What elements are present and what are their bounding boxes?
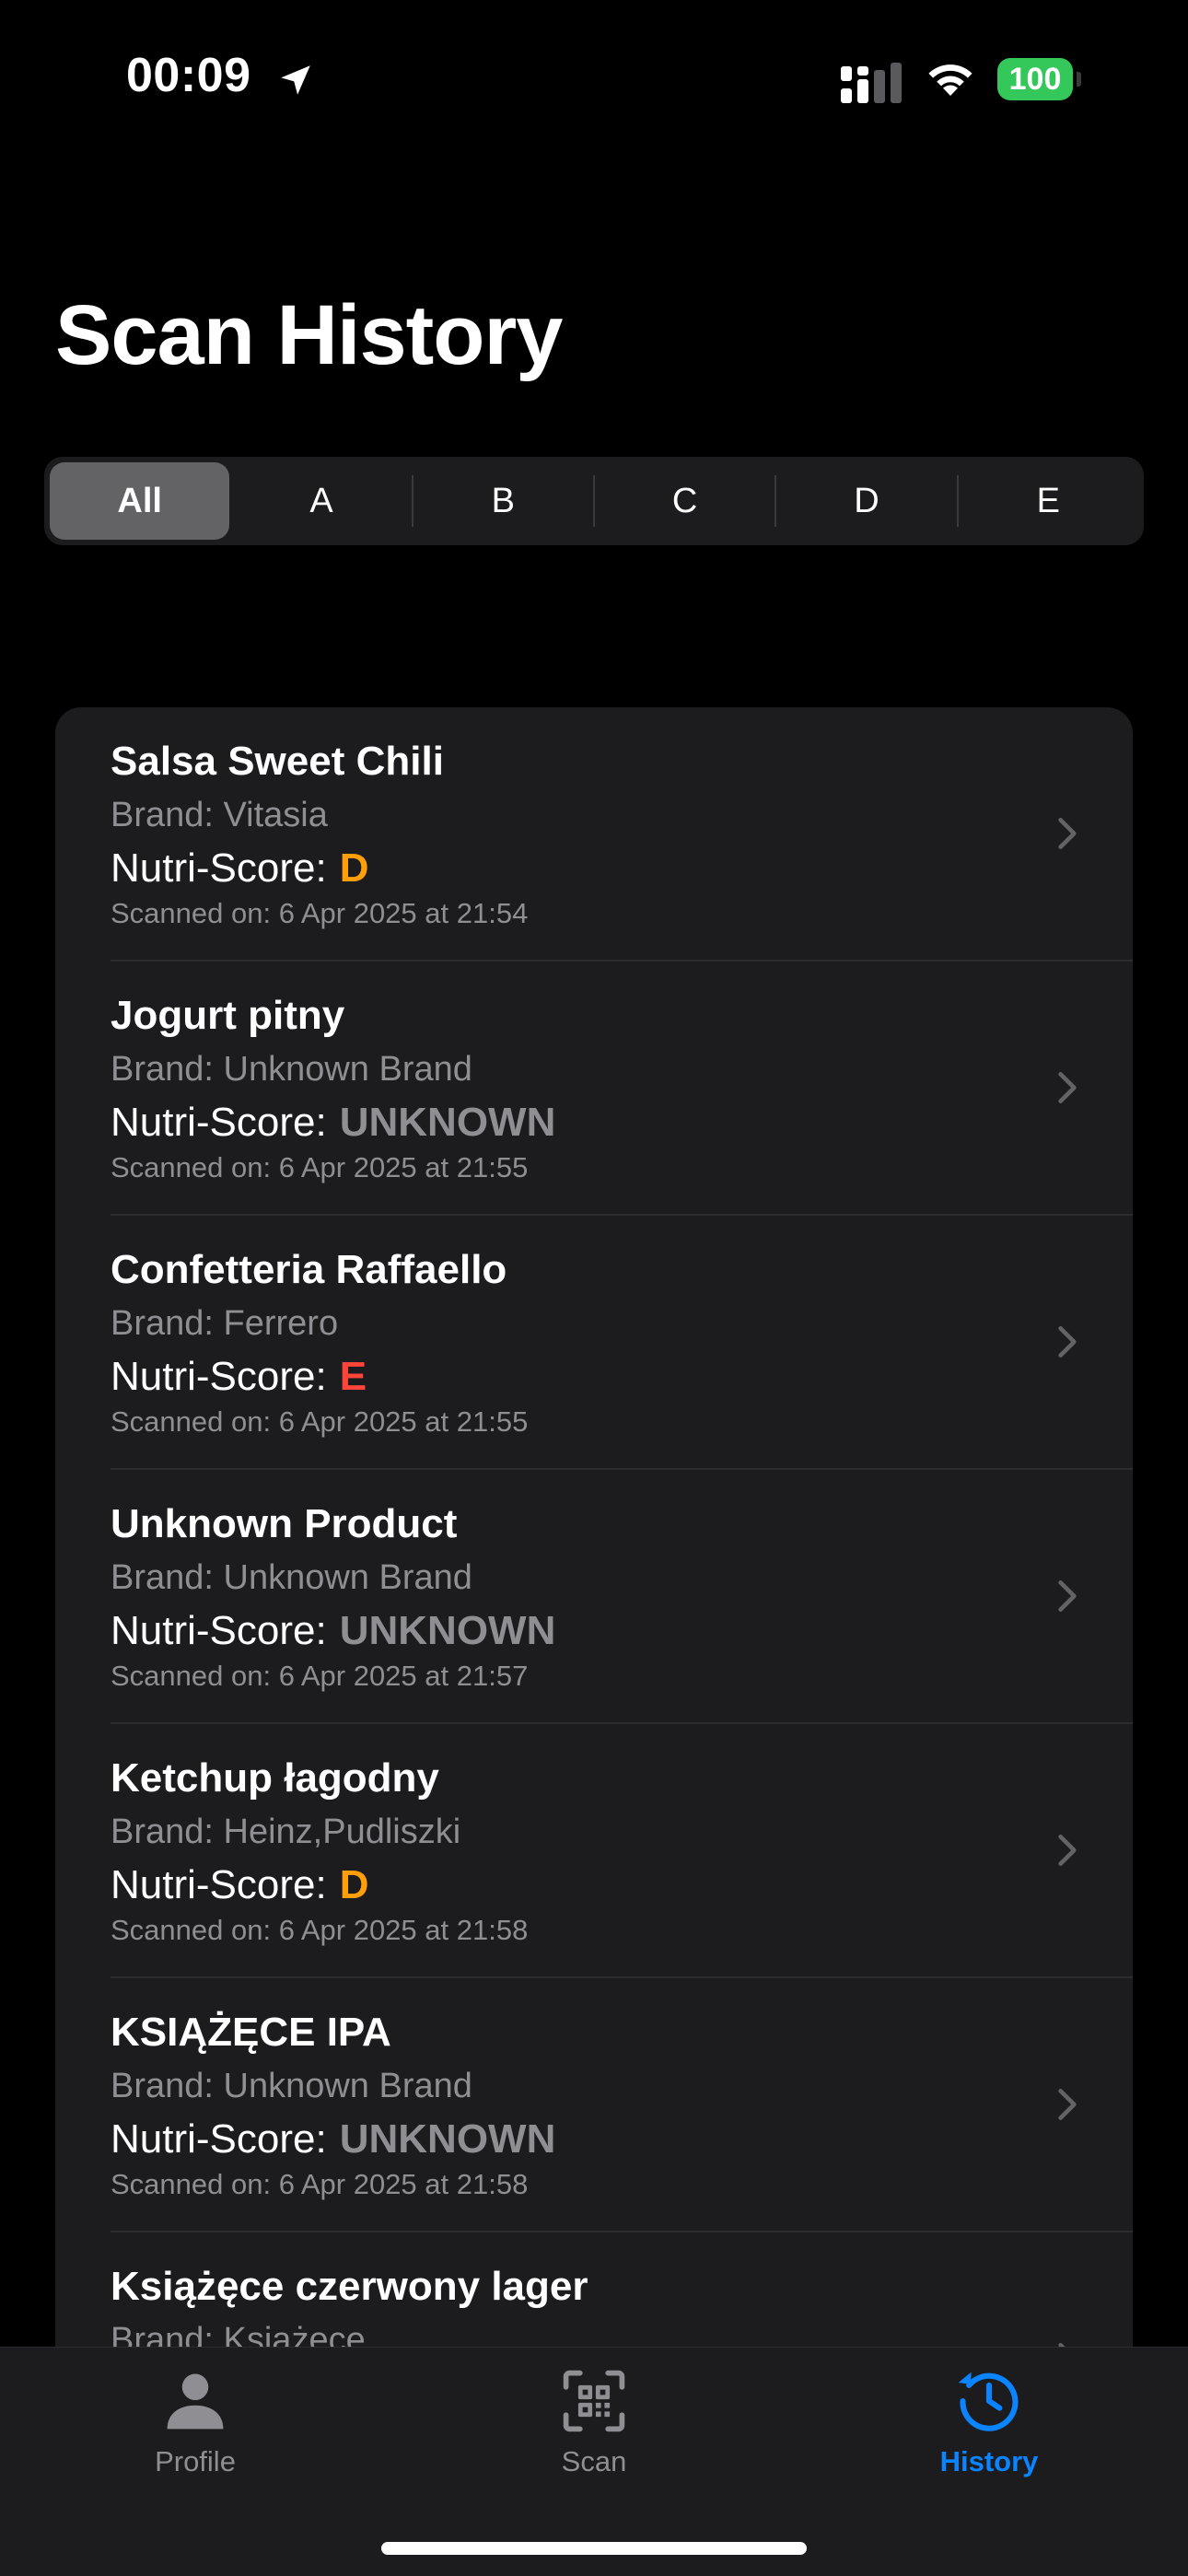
nutri-score: Nutri-Score: UNKNOWN: [111, 2116, 555, 2162]
product-brand: Brand: Unknown Brand: [111, 1050, 472, 1089]
product-name: Książęce czerwony lager: [111, 2264, 588, 2309]
chevron-right-icon: [1058, 1835, 1077, 1866]
history-row[interactable]: Unknown Product Brand: Unknown Brand Nutri…: [55, 1470, 1133, 1724]
status-bar: 00:09 100: [0, 0, 1188, 157]
scanned-date: Scanned on: 6 Apr 2025 at 21:57: [111, 1660, 529, 1692]
chevron-right-icon: [1058, 1072, 1077, 1103]
product-brand: Brand: Ferrero: [111, 1304, 339, 1343]
history-row[interactable]: Książęce czerwony lager Brand: Książęce: [55, 2232, 1133, 2347]
history-row[interactable]: KSIĄŻĘCE IPA Brand: Unknown Brand Nutri-Sc…: [55, 1978, 1133, 2232]
wifi-icon: [928, 64, 973, 96]
nutri-score-label: Nutri-Score:: [111, 1608, 327, 1653]
nutri-score: Nutri-Score: UNKNOWN: [111, 1100, 555, 1146]
chevron-right-icon: [1058, 818, 1077, 849]
scanned-date: Scanned on: 6 Apr 2025 at 21:55: [111, 1405, 529, 1438]
product-brand: Brand: Unknown Brand: [111, 1558, 472, 1597]
nutri-score-label: Nutri-Score:: [111, 1354, 327, 1399]
nutri-score-label: Nutri-Score:: [111, 2116, 327, 2162]
nutri-score: Nutri-Score: E: [111, 1354, 367, 1400]
chevron-right-icon: [1058, 1326, 1077, 1358]
product-brand: Brand: Heinz,Pudliszki: [111, 1813, 461, 1851]
history-row[interactable]: Confetteria Raffaello Brand: Ferrero Nutri…: [55, 1216, 1133, 1470]
nutri-score-value: D: [339, 1862, 369, 1907]
nutri-score: Nutri-Score: UNKNOWN: [111, 1608, 555, 1654]
nutri-score: Nutri-Score: D: [111, 845, 369, 892]
filter-segment-e[interactable]: E: [959, 462, 1138, 540]
cellular-signal-icon: [841, 63, 902, 103]
nutri-score-value: E: [339, 1354, 367, 1399]
nutri-score: Nutri-Score: D: [111, 1862, 369, 1908]
chevron-right-icon: [1058, 2089, 1077, 2120]
battery-level: 100: [997, 58, 1073, 100]
tab-history[interactable]: History: [897, 2366, 1081, 2504]
product-name: Unknown Product: [111, 1501, 458, 1546]
product-name: KSIĄŻĘCE IPA: [111, 2010, 391, 2055]
filter-segment-b[interactable]: B: [413, 462, 593, 540]
battery-cap: [1077, 72, 1081, 87]
status-time: 00:09: [126, 49, 251, 102]
filter-segment-a[interactable]: A: [231, 462, 411, 540]
nutri-score-value: D: [339, 845, 369, 891]
chevron-right-icon: [1058, 1580, 1077, 1612]
scanned-date: Scanned on: 6 Apr 2025 at 21:54: [111, 897, 529, 929]
person-icon: [167, 2373, 224, 2430]
history-clock-icon: [958, 2372, 1019, 2431]
product-name: Salsa Sweet Chili: [111, 739, 444, 784]
battery-indicator: 100: [997, 58, 1081, 100]
product-brand: Brand: Vitasia: [111, 796, 328, 834]
nutri-score-filter: All A B C D E: [44, 457, 1144, 545]
history-row[interactable]: Jogurt pitny Brand: Unknown Brand Nutri-Sc…: [55, 962, 1133, 1216]
tab-label-history: History: [939, 2445, 1039, 2477]
history-row[interactable]: Salsa Sweet Chili Brand: Vitasia Nutri-Sco…: [55, 707, 1133, 962]
filter-segment-all[interactable]: All: [50, 462, 230, 540]
scanned-date: Scanned on: 6 Apr 2025 at 21:55: [111, 1151, 529, 1183]
nutri-score-value: UNKNOWN: [339, 1100, 556, 1145]
nutri-score-value: UNKNOWN: [339, 1608, 556, 1653]
nutri-score-label: Nutri-Score:: [111, 845, 327, 891]
product-name: Ketchup łagodny: [111, 1755, 439, 1801]
page-title: Scan History: [55, 288, 563, 382]
home-indicator: [381, 2542, 807, 2555]
nutri-score-value: UNKNOWN: [339, 2116, 556, 2162]
scanned-date: Scanned on: 6 Apr 2025 at 21:58: [111, 1914, 529, 1946]
filter-segment-d[interactable]: D: [776, 462, 956, 540]
product-name: Confetteria Raffaello: [111, 1247, 507, 1292]
scan-history-list: Salsa Sweet Chili Brand: Vitasia Nutri-Sco…: [55, 707, 1133, 2347]
product-brand: Brand: Książęce: [111, 2321, 366, 2347]
product-brand: Brand: Unknown Brand: [111, 2067, 472, 2105]
location-arrow-icon: [281, 65, 310, 95]
nutri-score-label: Nutri-Score:: [111, 1862, 327, 1907]
tab-profile[interactable]: Profile: [103, 2366, 287, 2504]
scanned-date: Scanned on: 6 Apr 2025 at 21:58: [111, 2168, 529, 2200]
nutri-score-label: Nutri-Score:: [111, 1100, 327, 1145]
tab-label-scan: Scan: [561, 2445, 627, 2477]
qr-scan-icon: [563, 2370, 625, 2432]
tab-scan[interactable]: Scan: [502, 2366, 686, 2504]
history-row[interactable]: Ketchup łagodny Brand: Heinz,Pudliszki Nut…: [55, 1724, 1133, 1978]
tab-label-profile: Profile: [155, 2445, 236, 2477]
filter-segment-c[interactable]: C: [595, 462, 775, 540]
product-name: Jogurt pitny: [111, 993, 345, 1038]
